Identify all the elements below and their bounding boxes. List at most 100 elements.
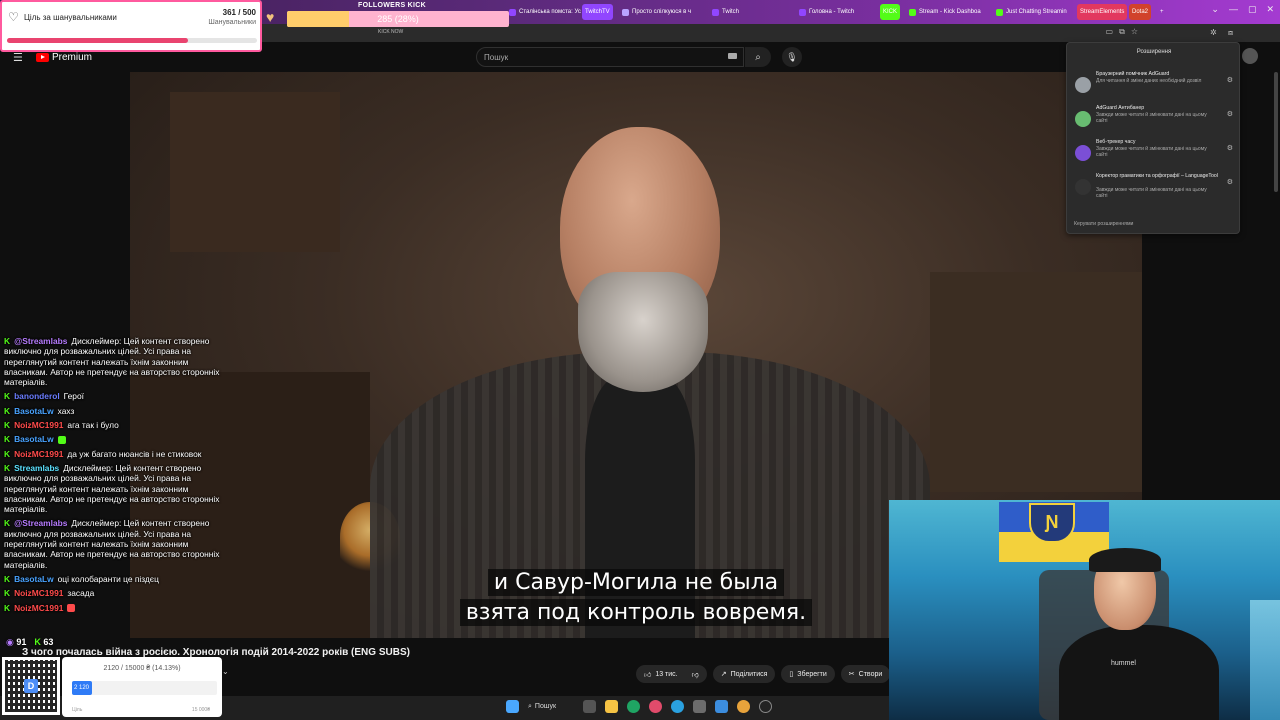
chat-username[interactable]: Streamlabs (14, 463, 59, 473)
chat-message: K BasotaLw (0, 434, 225, 444)
background-furniture (170, 92, 340, 252)
gear-icon[interactable]: ⚙ (1227, 76, 1233, 84)
share-button[interactable]: ↗ Поділитися (712, 665, 776, 683)
taskbar-search[interactable]: ⌕ Пошук (528, 703, 556, 711)
address-bar-icons: ▭ ⧉ ☆ (1106, 27, 1138, 37)
obs-icon[interactable] (759, 700, 773, 713)
kick-icon: K (4, 405, 11, 416)
chat-username[interactable]: BasotaLw (14, 434, 54, 444)
kick-progress-bar: 285 (28%) (287, 11, 509, 27)
new-tab-button[interactable]: + (1156, 4, 1168, 20)
avatar[interactable] (1242, 48, 1258, 64)
chat-message: Kbanonderol Герої (0, 391, 225, 401)
manage-extensions-link[interactable]: Керувати розширеннями (1074, 221, 1133, 227)
tab-label: Twitch (722, 9, 740, 15)
browser-tab[interactable]: KICK (880, 4, 901, 20)
chat-username[interactable]: banonderol (14, 391, 60, 401)
chat-text: да уж багато нюансів і не стиковок (67, 448, 202, 459)
search-input[interactable]: Пошук (476, 47, 744, 67)
goal-title: Ціль за шанувальниками (24, 13, 117, 22)
gear-icon[interactable]: ⚙ (1227, 178, 1233, 186)
donation-progress-fill: 2 120 (72, 681, 93, 695)
tab-label: Stream - Kick Dashboa (919, 9, 981, 15)
clip-button[interactable]: ✂ Створи (840, 665, 891, 683)
chrome-icon[interactable] (627, 700, 641, 713)
tab-favicon-icon (622, 8, 629, 16)
chat-username[interactable]: @Streamlabs (14, 336, 67, 346)
chat-message: K @Streamlabs Дисклеймер: Цей контент ство… (0, 518, 225, 569)
chat-username[interactable]: NoizMC1991 (14, 449, 63, 459)
browser-tab[interactable]: Просто слілкуюся в ч (618, 4, 695, 20)
chat-username[interactable]: BasotaLw (14, 574, 54, 584)
youtube-logo[interactable]: Premium (36, 52, 92, 63)
tab-favicon-icon (909, 8, 916, 16)
telegram-icon[interactable] (671, 700, 685, 713)
task-view-icon[interactable] (583, 700, 597, 713)
goal-progress-fill (7, 38, 188, 43)
browser-tab[interactable]: StreamElements (1077, 4, 1128, 20)
extension-description: Для читання й зміни даних необхідний доз… (1096, 78, 1202, 84)
chat-username[interactable]: @Streamlabs (14, 518, 67, 528)
goal-progress-bar (7, 38, 257, 43)
chrome-icon[interactable] (737, 700, 751, 713)
video-actions: 👍︎ 13 тис. 👎︎ ↗ Поділитися ▯ Зберегти ✂ Створ… (636, 665, 891, 683)
donatello-logo: D (24, 679, 38, 693)
extension-item[interactable]: Веб-трекер часу Завжди може читати й змін… (1073, 139, 1237, 169)
tab-search-icon[interactable]: ⌄ (1211, 4, 1219, 15)
extension-name: Веб-трекер часу (1096, 139, 1136, 145)
browser-tab[interactable]: TwitchTV (582, 4, 613, 20)
chat-username[interactable]: BasotaLw (14, 406, 54, 416)
maximize-icon[interactable]: ▢ (1248, 4, 1257, 15)
extension-puzzle-icon[interactable]: ✲ (1210, 28, 1217, 37)
chat-username[interactable]: NoizMC1991 (14, 420, 63, 430)
thumbs-down-icon[interactable]: 👎︎ (692, 670, 699, 679)
extension-name: AdGuard Антибанер (1096, 105, 1145, 111)
extensions-button[interactable]: ⧈ (1228, 28, 1233, 38)
browser-tab[interactable]: Stream - Kick Dashboa (905, 4, 985, 20)
chat-username[interactable]: NoizMC1991 (14, 603, 63, 613)
start-icon[interactable] (506, 700, 519, 713)
menu-icon[interactable]: ☰ (13, 51, 23, 64)
browser-tab[interactable]: Just Chatting Streamin (992, 4, 1071, 20)
chat-text: хахз (57, 405, 75, 416)
gear-icon[interactable]: ⚙ (1227, 144, 1233, 152)
chat-text: ага так і було (67, 420, 119, 431)
chat-message: K NoizMC1991 да уж багато нюансів і не сти… (0, 449, 225, 459)
extension-item[interactable]: Коректор граматики та орфографії – Langu… (1073, 173, 1237, 203)
browser-icon[interactable] (649, 700, 663, 713)
extension-item[interactable]: AdGuard Антибанер Завжди може читати й зм… (1073, 105, 1237, 135)
app-icon[interactable] (693, 700, 707, 713)
chevron-down-icon[interactable]: ⌄ (222, 667, 229, 676)
heart-icon: ♡ (8, 10, 19, 24)
bookmark-star-icon[interactable]: ☆ (1131, 27, 1138, 37)
search-icon: ⌕ (528, 702, 532, 710)
scrollbar[interactable] (1274, 72, 1278, 192)
screen: Сталінська помста: Ус TwitchTV Просто сліл… (0, 0, 1280, 720)
gear-icon[interactable]: ⚙ (1227, 110, 1233, 118)
browser-tab[interactable]: Dota2 (1129, 4, 1152, 20)
save-button[interactable]: ▯ Зберегти (781, 665, 835, 683)
install-icon[interactable]: ▭ (1106, 27, 1114, 37)
browser-tab[interactable]: Головна - Twitch (795, 4, 858, 20)
like-button[interactable]: 👍︎ 13 тис. 👎︎ (636, 665, 707, 683)
taskbar-icons: ⌕ Пошук (506, 700, 773, 713)
goal-count: 361 / 500 (222, 8, 256, 17)
donation-goal-text: 2120 / 15000 ₴ (14.13%) (103, 665, 181, 672)
browser-tab[interactable]: Сталінська помста: Ус (505, 4, 585, 20)
extension-icon (1075, 77, 1091, 93)
app-icon[interactable] (715, 700, 729, 713)
extension-item[interactable]: Браузерний помічник AdGuard Для читання й… (1073, 71, 1237, 101)
donation-goal-widget: 2120 / 15000 ₴ (14.13%) 2 120 Ціль 15 00… (62, 657, 222, 717)
minimize-icon[interactable]: — (1229, 4, 1238, 15)
streamer-cap (1089, 548, 1161, 572)
browser-tab[interactable]: Twitch (708, 4, 743, 20)
search-button[interactable]: ⌕ (745, 47, 771, 67)
viewer-count: ◉ 91 (6, 637, 27, 647)
chat-username[interactable]: NoizMC1991 (14, 588, 63, 598)
voice-search-button[interactable]: 🎙︎ (782, 47, 802, 67)
screenshot-icon[interactable]: ⧉ (1119, 27, 1125, 37)
kick-icon: K (4, 434, 11, 445)
close-icon[interactable]: ✕ (1266, 4, 1274, 15)
keyboard-icon[interactable] (728, 53, 737, 59)
file-explorer-icon[interactable] (605, 700, 619, 713)
